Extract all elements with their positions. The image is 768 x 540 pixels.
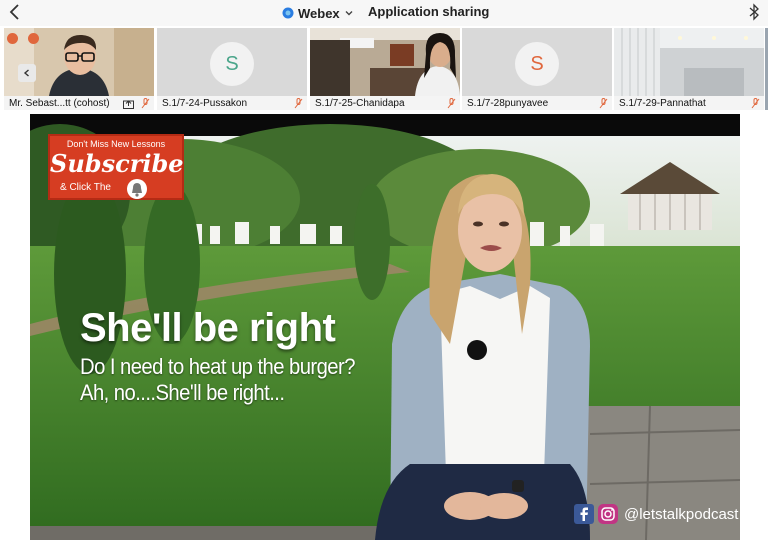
- video-caption-line-1: Do I need to heat up the burger?: [80, 354, 355, 379]
- top-bar: Webex Application sharing: [0, 0, 768, 26]
- participant-name: S.1/7-29-Pannathat: [614, 96, 764, 110]
- avatar: S: [210, 42, 254, 86]
- bluetooth-icon[interactable]: [748, 3, 760, 21]
- muted-mic-icon: [599, 98, 608, 109]
- video-caption-line-2: Ah, no....She'll be right...: [80, 380, 285, 405]
- muted-mic-icon: [447, 98, 456, 109]
- avatar-initial: S: [530, 52, 544, 75]
- participant-tile-4[interactable]: S S.1/7-28punyavee: [462, 28, 612, 110]
- shared-content-video[interactable]: Don't Miss New Lessons Subscribe & Click…: [30, 114, 740, 540]
- host-badge-icon: [7, 33, 18, 44]
- recording-badge-icon: [28, 33, 39, 44]
- participant-video-5: [614, 28, 764, 96]
- social-handle-bar: @letstalkpodcast: [574, 504, 738, 524]
- participant-tile-3[interactable]: S.1/7-25-Chanidapa: [310, 28, 460, 110]
- participant-name: S.1/7-25-Chanidapa: [310, 96, 460, 110]
- social-handle: @letstalkpodcast: [624, 505, 739, 523]
- muted-mic-icon: [141, 98, 150, 109]
- avatar-initial: S: [225, 52, 239, 75]
- app-name: Webex: [298, 5, 340, 21]
- participant-name: S.1/7-28punyavee: [462, 96, 612, 110]
- subscribe-title: Subscribe: [50, 149, 184, 178]
- participant-video-3: [310, 28, 460, 96]
- subscribe-cta: & Click The: [60, 182, 111, 193]
- participant-tile-1[interactable]: Mr. Sebast...tt (cohost): [4, 28, 154, 110]
- participant-name: S.1/7-24-Pussakon: [157, 96, 307, 110]
- muted-mic-icon: [294, 98, 303, 109]
- facebook-icon: [574, 504, 594, 524]
- video-headline: She'll be right: [80, 306, 336, 350]
- muted-mic-icon: [751, 98, 760, 109]
- scroll-left-button[interactable]: [18, 64, 36, 82]
- subscribe-tagline: Don't Miss New Lessons: [66, 139, 166, 149]
- sharing-title: Application sharing: [368, 4, 490, 19]
- subscribe-banner: Don't Miss New Lessons Subscribe & Click…: [48, 134, 184, 200]
- chevron-left-icon: [23, 69, 29, 77]
- share-screen-icon: [123, 100, 134, 109]
- instagram-icon: [598, 504, 618, 524]
- participant-tile-5[interactable]: S.1/7-29-Pannathat: [614, 28, 764, 110]
- back-chevron-icon[interactable]: [6, 2, 24, 22]
- bell-icon: [127, 179, 147, 199]
- webex-logo-icon: [282, 7, 294, 19]
- participant-strip: Mr. Sebast...tt (cohost) S S.1/7-24-Puss…: [0, 26, 768, 112]
- participant-video-1: [4, 28, 154, 96]
- app-menu[interactable]: Webex: [282, 4, 354, 22]
- avatar: S: [515, 42, 559, 86]
- participant-tile-2[interactable]: S S.1/7-24-Pussakon: [157, 28, 307, 110]
- chevron-down-icon: [345, 11, 353, 16]
